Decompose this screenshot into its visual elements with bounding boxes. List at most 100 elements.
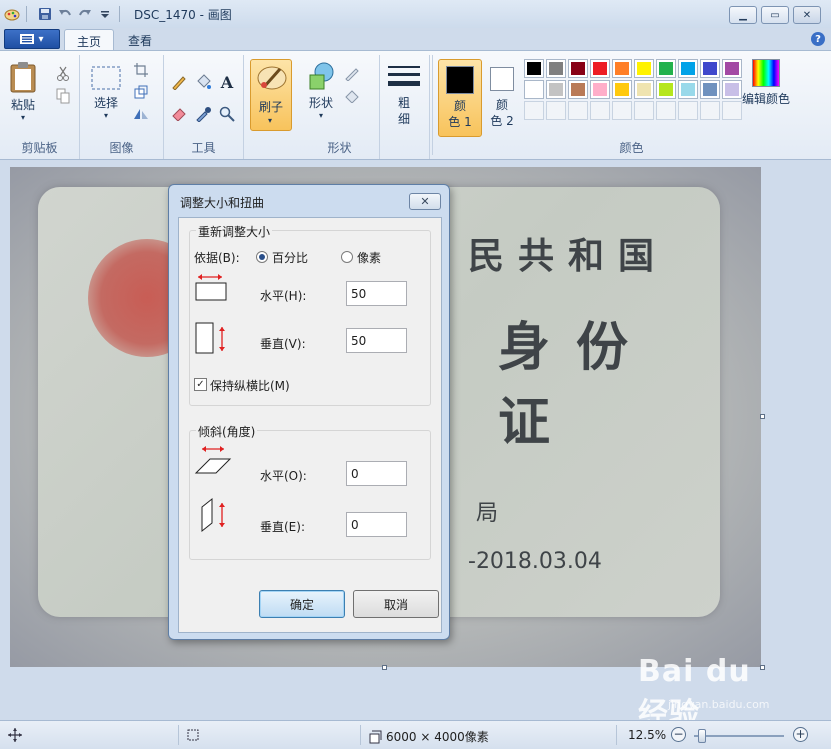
rotate-icon[interactable] bbox=[132, 105, 150, 123]
palette-color-swatch[interactable] bbox=[568, 59, 588, 78]
fill-bucket-icon[interactable] bbox=[194, 73, 212, 91]
palette-color-swatch[interactable] bbox=[678, 59, 698, 78]
keep-ratio-checkbox[interactable]: ✓ bbox=[194, 378, 207, 391]
palette-custom-slot[interactable] bbox=[634, 101, 654, 120]
cursor-position-icon bbox=[8, 728, 22, 742]
skew-vertical-input[interactable] bbox=[346, 512, 407, 537]
brushes-button[interactable]: 刷子 ▾ bbox=[250, 59, 292, 131]
pencil-icon[interactable] bbox=[170, 73, 188, 91]
text-icon[interactable]: A bbox=[218, 73, 236, 92]
pixels-radio[interactable] bbox=[341, 251, 353, 263]
palette-color-swatch[interactable] bbox=[546, 59, 566, 78]
color-2-button[interactable]: 颜 色 2 bbox=[480, 59, 524, 137]
palette-color-swatch[interactable] bbox=[722, 80, 742, 99]
palette-custom-slot[interactable] bbox=[700, 101, 720, 120]
resize-icon[interactable] bbox=[132, 83, 150, 101]
dialog-close-button[interactable]: ✕ bbox=[409, 193, 441, 210]
percent-label[interactable]: 百分比 bbox=[272, 249, 308, 266]
palette-custom-slot[interactable] bbox=[546, 101, 566, 120]
vertical-input[interactable] bbox=[346, 328, 407, 353]
zoom-slider-thumb[interactable] bbox=[698, 729, 707, 743]
skew-horizontal-input[interactable] bbox=[346, 461, 407, 486]
zoom-slider[interactable] bbox=[694, 729, 784, 743]
edit-colors-button[interactable]: 编辑颜色 bbox=[742, 59, 790, 107]
image-group-label: 图像 bbox=[109, 141, 134, 155]
brush-icon bbox=[257, 66, 287, 90]
fill-icon[interactable] bbox=[344, 87, 362, 105]
copy-icon[interactable] bbox=[54, 87, 72, 105]
save-icon[interactable] bbox=[37, 6, 53, 22]
size-group: 粗 细 bbox=[380, 55, 430, 159]
palette-color-swatch[interactable] bbox=[612, 59, 632, 78]
select-button[interactable]: 选择 ▾ bbox=[90, 65, 122, 120]
paste-button[interactable]: 粘贴 ▾ bbox=[8, 61, 38, 122]
close-button[interactable]: ✕ bbox=[793, 6, 821, 24]
help-icon[interactable]: ? bbox=[811, 32, 825, 46]
palette-color-swatch[interactable] bbox=[722, 59, 742, 78]
ok-button[interactable]: 确定 bbox=[259, 590, 345, 618]
palette-color-swatch[interactable] bbox=[546, 80, 566, 99]
pixels-label[interactable]: 像素 bbox=[357, 249, 381, 266]
zoom-level: 12.5% bbox=[628, 728, 667, 742]
tab-home[interactable]: 主页 bbox=[64, 29, 115, 50]
palette-custom-slot[interactable] bbox=[568, 101, 588, 120]
horizontal-input[interactable] bbox=[346, 281, 407, 306]
tab-view[interactable]: 查看 bbox=[116, 29, 164, 50]
card-text-line: 局 bbox=[476, 501, 499, 526]
skew-legend: 倾斜(角度) bbox=[196, 423, 258, 440]
palette-color-swatch[interactable] bbox=[634, 59, 654, 78]
palette-color-swatch[interactable] bbox=[524, 80, 544, 99]
zoom-in-button[interactable]: + bbox=[793, 727, 808, 742]
resize-handle-bottom[interactable] bbox=[382, 665, 387, 670]
maximize-button[interactable]: ▭ bbox=[761, 6, 789, 24]
divider bbox=[616, 725, 617, 745]
palette-color-swatch[interactable] bbox=[634, 80, 654, 99]
vertical-label: 垂直(V): bbox=[260, 337, 306, 351]
redo-icon[interactable] bbox=[77, 6, 93, 22]
palette-custom-slot[interactable] bbox=[612, 101, 632, 120]
resize-handle-right[interactable] bbox=[760, 414, 765, 419]
palette-color-swatch[interactable] bbox=[700, 80, 720, 99]
color-1-button[interactable]: 颜 色 1 bbox=[438, 59, 482, 137]
palette-color-swatch[interactable] bbox=[590, 80, 610, 99]
palette-color-swatch[interactable] bbox=[678, 80, 698, 99]
cancel-button[interactable]: 取消 bbox=[353, 590, 439, 618]
chevron-down-icon: ▾ bbox=[38, 33, 44, 45]
magnifier-icon[interactable] bbox=[218, 105, 236, 123]
image-size-icon bbox=[369, 730, 382, 743]
percent-radio[interactable] bbox=[256, 251, 268, 263]
palette-custom-slot[interactable] bbox=[524, 101, 544, 120]
resize-section: 重新调整大小 依据(B): 百分比 像素 水平(H): 垂直(V): ✓ 保持纵… bbox=[189, 223, 431, 406]
title-bar: DSC_1470 - 画图 ▁ ▭ ✕ bbox=[0, 0, 831, 28]
palette-color-swatch[interactable] bbox=[568, 80, 588, 99]
palette-color-swatch[interactable] bbox=[656, 59, 676, 78]
skew-vertical-label: 垂直(E): bbox=[260, 520, 305, 534]
palette-color-swatch[interactable] bbox=[656, 80, 676, 99]
minimize-button[interactable]: ▁ bbox=[729, 6, 757, 24]
clipboard-group: 粘贴 ▾ 剪贴板 bbox=[0, 55, 80, 159]
outline-icon[interactable] bbox=[344, 65, 362, 83]
customize-quick-access-icon[interactable] bbox=[97, 6, 113, 22]
palette-custom-slot[interactable] bbox=[590, 101, 610, 120]
paint-app-icon[interactable] bbox=[4, 6, 20, 22]
cut-icon[interactable] bbox=[54, 65, 72, 83]
crop-icon[interactable] bbox=[132, 61, 150, 79]
chevron-down-icon: ▾ bbox=[268, 116, 273, 125]
eraser-icon[interactable] bbox=[170, 105, 188, 123]
undo-icon[interactable] bbox=[57, 6, 73, 22]
palette-color-swatch[interactable] bbox=[612, 80, 632, 99]
palette-color-swatch[interactable] bbox=[524, 59, 544, 78]
shapes-button[interactable]: 形状 ▾ bbox=[306, 61, 336, 120]
palette-color-swatch[interactable] bbox=[590, 59, 610, 78]
size-button[interactable]: 粗 细 bbox=[388, 63, 420, 127]
vertical-skew-icon bbox=[201, 497, 225, 533]
zoom-out-button[interactable]: − bbox=[671, 727, 686, 742]
keep-ratio-label[interactable]: 保持纵横比(M) bbox=[210, 377, 290, 394]
color-picker-icon[interactable] bbox=[194, 105, 212, 123]
palette-color-swatch[interactable] bbox=[700, 59, 720, 78]
colors-group-label: 颜色 bbox=[619, 141, 644, 155]
palette-custom-slot[interactable] bbox=[656, 101, 676, 120]
paint-menu-button[interactable]: ▾ bbox=[4, 29, 60, 49]
palette-custom-slot[interactable] bbox=[722, 101, 742, 120]
palette-custom-slot[interactable] bbox=[678, 101, 698, 120]
